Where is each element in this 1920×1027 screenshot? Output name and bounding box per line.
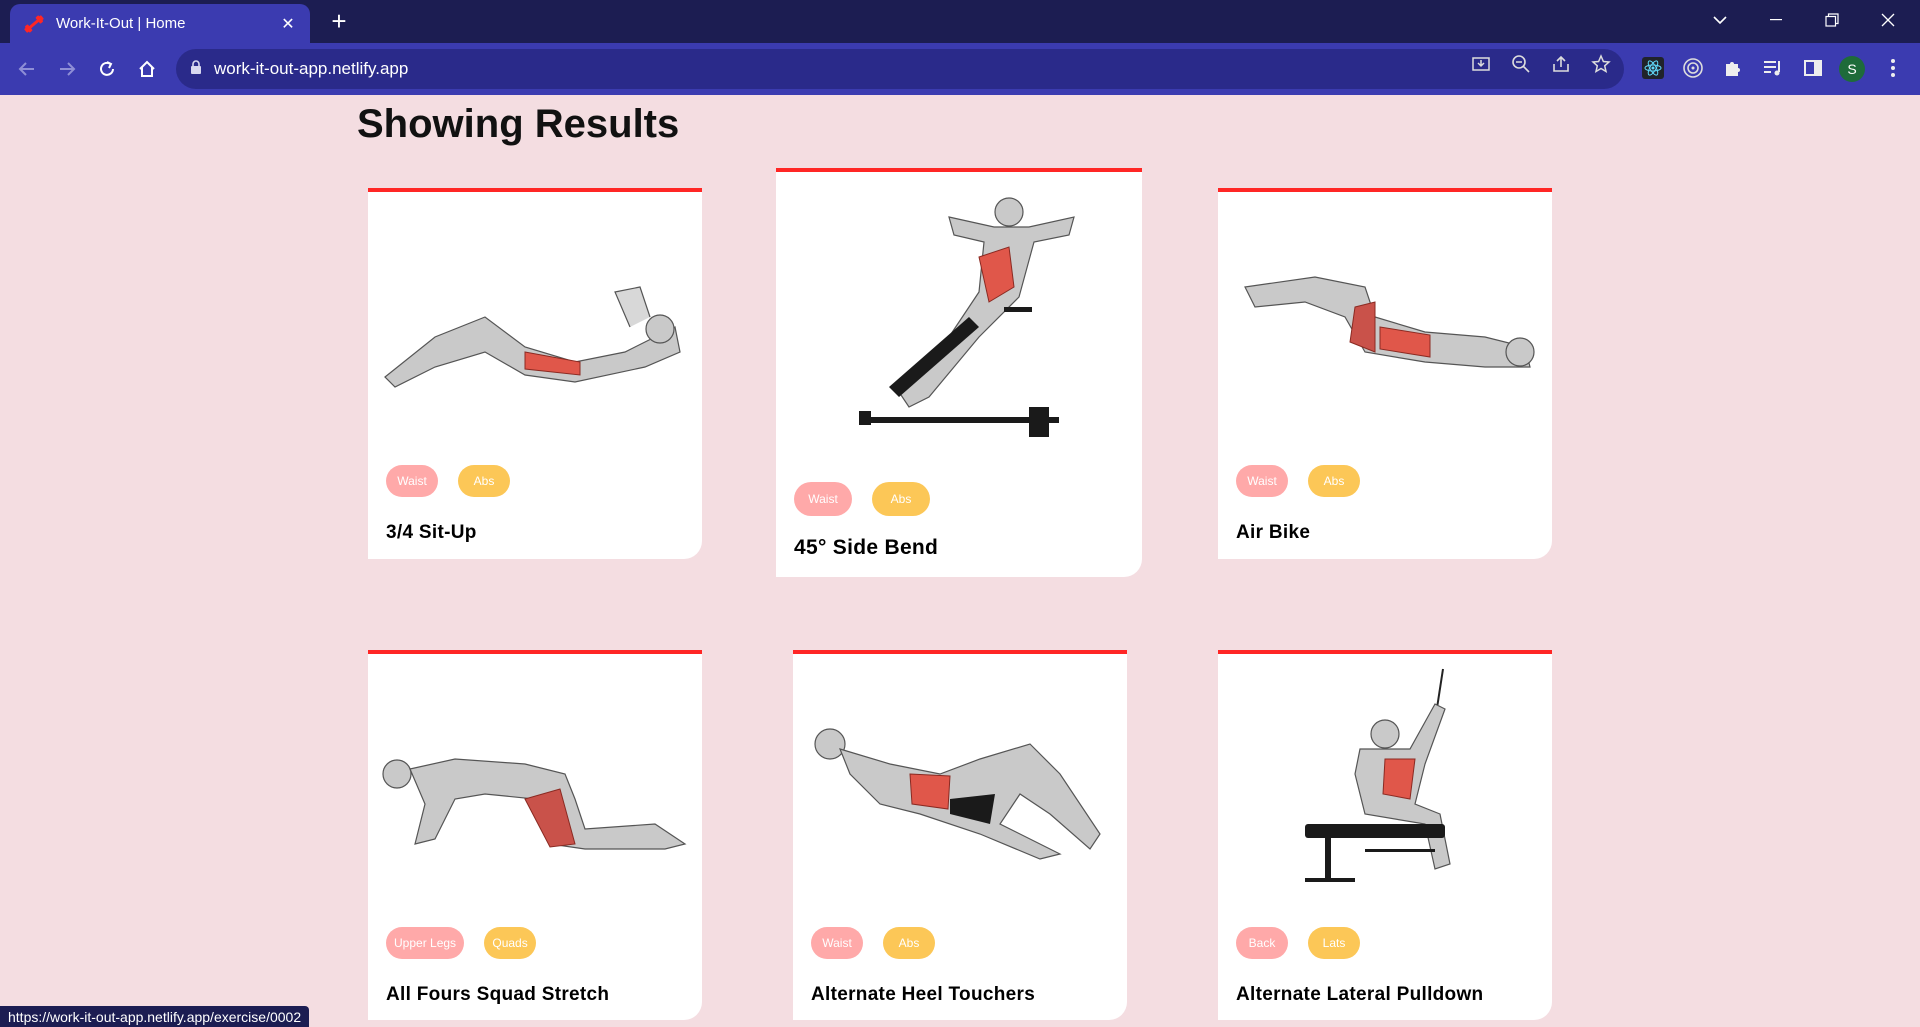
tag-group: Upper Legs Quads	[386, 927, 537, 959]
tag-group: Waist Abs	[794, 482, 930, 516]
link-status-bar: https://work-it-out-app.netlify.app/exer…	[0, 1006, 310, 1027]
tag-group: Back Lats	[1236, 927, 1360, 959]
profile-avatar[interactable]: S	[1839, 56, 1865, 82]
side-bend-illustration	[776, 182, 1142, 462]
lock-icon[interactable]	[190, 59, 202, 79]
exercise-card-3-4-sit-up[interactable]: Waist Abs 3/4 Sit-Up	[368, 188, 702, 559]
body-part-tag[interactable]: Waist	[794, 482, 852, 516]
tag-group: Waist Abs	[386, 465, 510, 497]
body-part-tag[interactable]: Back	[1236, 927, 1288, 959]
exercise-card-45-side-bend[interactable]: Waist Abs 45° Side Bend	[776, 168, 1142, 577]
target-extension-icon[interactable]	[1680, 55, 1706, 81]
lateral-pulldown-illustration	[1218, 659, 1552, 919]
extensions-puzzle-icon[interactable]	[1720, 55, 1746, 81]
target-tag[interactable]: Abs	[883, 927, 935, 959]
minimize-button[interactable]	[1748, 0, 1804, 40]
body-part-tag[interactable]: Waist	[386, 465, 438, 497]
more-menu-icon[interactable]	[1880, 55, 1906, 81]
exercise-card-alternate-heel-touchers[interactable]: Waist Abs Alternate Heel Touchers	[793, 650, 1127, 1020]
close-window-button[interactable]	[1860, 0, 1916, 40]
forward-arrow-icon[interactable]	[53, 55, 81, 83]
restore-button[interactable]	[1804, 0, 1860, 40]
exercise-name: 3/4 Sit-Up	[386, 522, 477, 543]
share-icon[interactable]	[1550, 53, 1572, 75]
target-tag[interactable]: Abs	[1308, 465, 1360, 497]
air-bike-illustration	[1218, 212, 1552, 452]
exercise-card-air-bike[interactable]: Waist Abs Air Bike	[1218, 188, 1552, 559]
squad-stretch-illustration	[368, 674, 702, 914]
exercise-card-all-fours-squad-stretch[interactable]: Upper Legs Quads All Fours Squad Stretch	[368, 650, 702, 1020]
target-tag[interactable]: Quads	[484, 927, 537, 959]
exercise-name: Alternate Lateral Pulldown	[1236, 984, 1484, 1005]
body-part-tag[interactable]: Upper Legs	[386, 927, 465, 959]
target-tag[interactable]: Abs	[872, 482, 930, 516]
home-icon[interactable]	[133, 55, 161, 83]
tab-strip: Work-It-Out | Home ✕ +	[0, 0, 1920, 43]
reload-icon[interactable]	[93, 55, 121, 83]
tag-group: Waist Abs	[1236, 465, 1360, 497]
heel-touchers-illustration	[793, 674, 1127, 914]
exercise-card-alternate-lateral-pulldown[interactable]: Back Lats Alternate Lateral Pulldown	[1218, 650, 1552, 1020]
side-panel-icon[interactable]	[1800, 55, 1826, 81]
react-devtools-icon[interactable]	[1640, 55, 1666, 81]
body-part-tag[interactable]: Waist	[811, 927, 863, 959]
tab-search-chevron-icon[interactable]	[1692, 0, 1748, 40]
target-tag[interactable]: Lats	[1308, 927, 1360, 959]
zoom-icon[interactable]	[1510, 53, 1532, 75]
exercise-name: Alternate Heel Touchers	[811, 984, 1036, 1005]
page-title: Showing Results	[357, 102, 680, 146]
tag-group: Waist Abs	[811, 927, 935, 959]
exercise-name: 45° Side Bend	[794, 536, 939, 559]
exercise-name: Air Bike	[1236, 522, 1311, 543]
bookmark-star-icon[interactable]	[1590, 53, 1612, 75]
tab-title: Work-It-Out | Home	[56, 15, 186, 32]
active-tab[interactable]: Work-It-Out | Home ✕	[10, 4, 310, 43]
situp-illustration	[368, 212, 702, 452]
exercise-name: All Fours Squad Stretch	[386, 984, 610, 1005]
address-bar[interactable]: work-it-out-app.netlify.app	[176, 49, 1624, 89]
dumbbell-favicon-icon	[22, 12, 46, 36]
media-queue-icon[interactable]	[1760, 55, 1786, 81]
target-tag[interactable]: Abs	[458, 465, 510, 497]
new-tab-button[interactable]: +	[324, 6, 354, 36]
url-text[interactable]: work-it-out-app.netlify.app	[214, 59, 408, 79]
browser-toolbar: work-it-out-app.netlify.app	[0, 43, 1920, 95]
install-app-icon[interactable]	[1470, 53, 1492, 75]
back-arrow-icon[interactable]	[13, 55, 41, 83]
body-part-tag[interactable]: Waist	[1236, 465, 1288, 497]
tab-close-icon[interactable]: ✕	[278, 14, 298, 34]
